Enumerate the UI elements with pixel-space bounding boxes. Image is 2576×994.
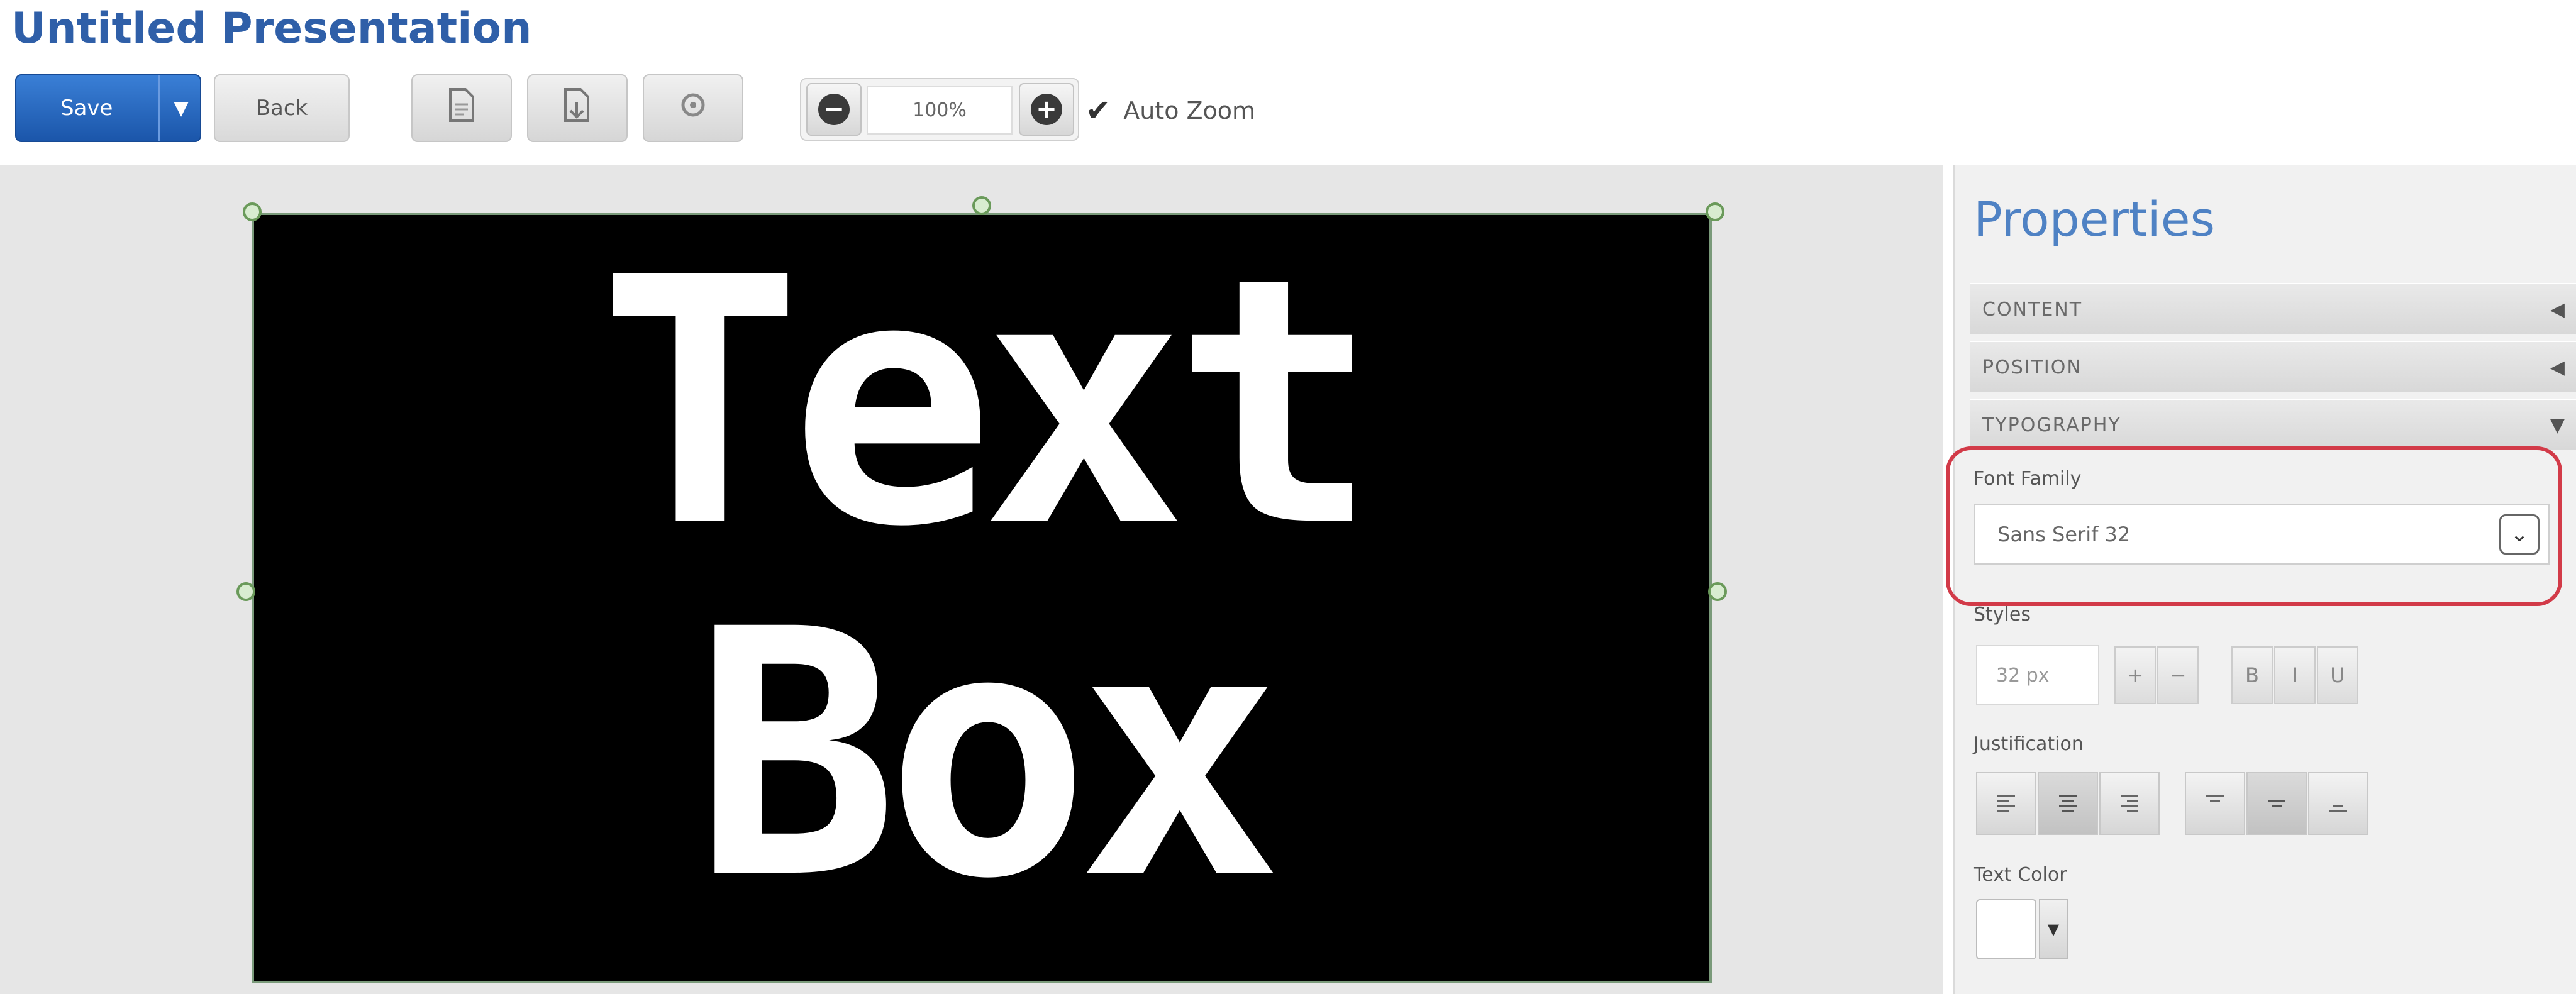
valign-top-icon: [2206, 795, 2224, 802]
toolbar: Save ▼ Back − 100% + ✔ Auto Zoom: [0, 69, 2576, 151]
auto-zoom-toggle[interactable]: ✔ Auto Zoom: [1085, 92, 1255, 130]
section-content[interactable]: CONTENT ◀: [1970, 283, 2576, 334]
properties-title: Properties: [1974, 191, 2216, 247]
zoom-out-button[interactable]: −: [806, 83, 862, 136]
caret-down-icon[interactable]: ▼: [2039, 899, 2068, 959]
settings-button[interactable]: [643, 74, 743, 142]
plus-icon: +: [1031, 94, 1062, 125]
text-color-label: Text Color: [1974, 864, 2067, 886]
auto-zoom-label: Auto Zoom: [1123, 97, 1256, 124]
text-color-swatch[interactable]: [1976, 899, 2036, 959]
valign-middle-button[interactable]: [2246, 772, 2307, 835]
size-decrease-button[interactable]: −: [2157, 646, 2199, 704]
italic-button[interactable]: I: [2274, 646, 2316, 704]
justification-label: Justification: [1974, 733, 2084, 755]
text-box[interactable]: Text Box: [252, 213, 1712, 983]
section-position[interactable]: POSITION ◀: [1970, 341, 2576, 392]
resize-handle-middle-left[interactable]: [236, 582, 255, 601]
align-right-icon: [2121, 795, 2138, 812]
resize-handle-top-right[interactable]: [1706, 202, 1724, 221]
align-right-button[interactable]: [2099, 772, 2160, 835]
text-box-line-2: Box: [694, 558, 1282, 953]
size-increase-button[interactable]: +: [2114, 646, 2156, 704]
document-icon: [448, 87, 475, 129]
zoom-control: − 100% +: [800, 78, 1079, 141]
bold-button[interactable]: B: [2231, 646, 2273, 704]
valign-bottom-icon: [2329, 805, 2347, 812]
presentation-title: Untitled Presentation: [11, 4, 532, 53]
minus-icon: −: [818, 94, 850, 125]
styles-label: Styles: [1974, 604, 2031, 626]
section-content-label: CONTENT: [1982, 298, 2083, 321]
export-icon: [562, 87, 593, 129]
resize-handle-top-left[interactable]: [243, 202, 262, 221]
save-label: Save: [60, 96, 113, 121]
align-left-button[interactable]: [1976, 772, 2036, 835]
align-center-icon: [2059, 795, 2077, 812]
back-button[interactable]: Back: [214, 74, 350, 142]
zoom-level[interactable]: 100%: [867, 86, 1013, 135]
font-family-highlight: [1946, 446, 2562, 606]
resize-handle-middle-right[interactable]: [1708, 582, 1727, 601]
section-typography-label: TYPOGRAPHY: [1982, 414, 2121, 436]
text-box-line-1: Text: [597, 206, 1378, 601]
collapse-arrow-icon: ◀: [2550, 298, 2566, 321]
valign-top-button[interactable]: [2185, 772, 2245, 835]
valign-middle-icon: [2268, 800, 2285, 807]
expand-arrow-icon: ▼: [2550, 414, 2566, 436]
settings-icon: [677, 89, 709, 128]
valign-bottom-button[interactable]: [2308, 772, 2368, 835]
section-position-label: POSITION: [1982, 356, 2082, 378]
underline-button[interactable]: U: [2317, 646, 2358, 704]
font-size-input[interactable]: 32 px: [1976, 645, 2099, 705]
text-box-content[interactable]: Text Box: [254, 228, 1709, 932]
save-button[interactable]: Save ▼: [15, 74, 201, 142]
document-button[interactable]: [411, 74, 512, 142]
collapse-arrow-icon: ◀: [2550, 356, 2566, 378]
section-typography[interactable]: TYPOGRAPHY ▼: [1970, 399, 2576, 450]
align-left-icon: [1997, 795, 2015, 812]
zoom-in-button[interactable]: +: [1019, 83, 1074, 136]
align-center-button[interactable]: [2038, 772, 2098, 835]
resize-handle-top-center[interactable]: [972, 196, 991, 215]
export-button[interactable]: [527, 74, 628, 142]
save-dropdown-caret-icon[interactable]: ▼: [158, 75, 203, 141]
checkmark-icon: ✔: [1085, 93, 1111, 128]
